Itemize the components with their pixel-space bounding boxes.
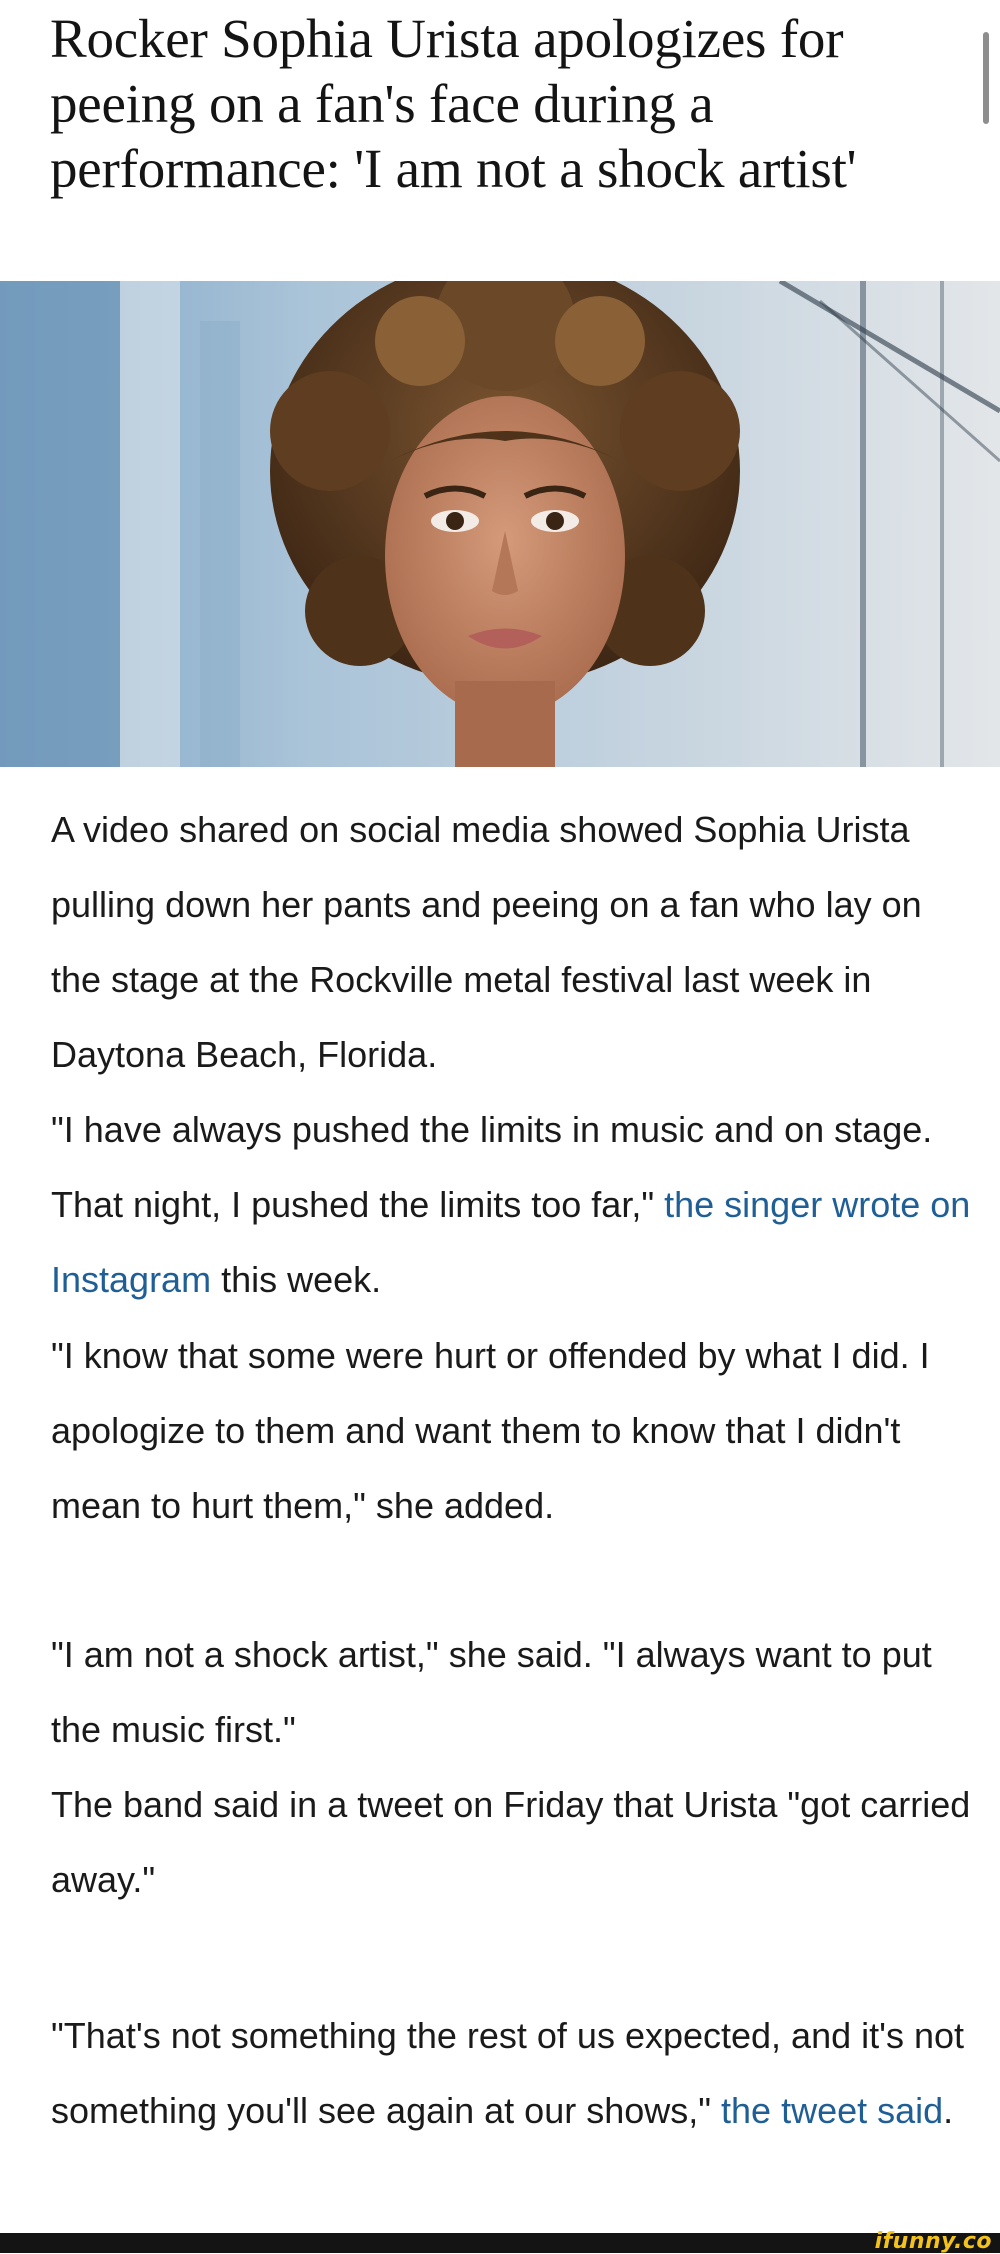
article-photo: [0, 281, 1000, 767]
paragraph-2-end: this week.: [211, 1259, 382, 1300]
paragraph-4-quote: "I am not a shock artist," she said. "I …: [51, 1634, 932, 1750]
ifunny-logo: ifunny.co: [874, 2229, 992, 2254]
paragraph-2: "I have always pushed the limits in musi…: [51, 1092, 971, 1317]
tweet-link[interactable]: the tweet said: [721, 2090, 943, 2131]
paragraph-4: "I am not a shock artist," she said. "I …: [51, 1617, 971, 1917]
paragraph-5-end: .: [943, 2090, 954, 2131]
paragraph-5: "That's not something the rest of us exp…: [51, 1998, 971, 2148]
paragraph-1: A video shared on social media showed So…: [51, 809, 922, 1075]
portrait-photo-icon: [0, 281, 1000, 767]
scrollbar[interactable]: [983, 32, 989, 124]
paragraph-3: "I know that some were hurt or offended …: [51, 1335, 930, 1526]
watermark-bar: ifunny.co: [0, 2229, 1000, 2254]
paragraph-4-band: The band said in a tweet on Friday that …: [51, 1784, 971, 1900]
article-headline: Rocker Sophia Urista apologizes for peei…: [50, 8, 857, 199]
